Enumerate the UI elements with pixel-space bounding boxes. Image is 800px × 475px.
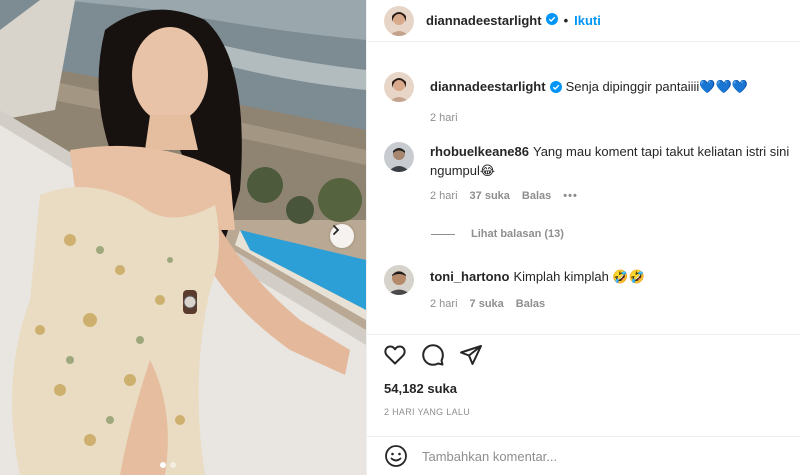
carousel-dot <box>170 462 176 468</box>
carousel-indicator <box>160 462 176 468</box>
author-username[interactable]: diannadeestarlight <box>426 13 542 28</box>
like-count[interactable]: 54,182 suka <box>384 381 457 396</box>
caption-text: Senja dipinggir pantaiiii💙💙💙 <box>565 79 748 94</box>
verified-badge-icon <box>549 79 562 98</box>
next-photo-button[interactable] <box>330 224 354 248</box>
heart-icon[interactable] <box>383 343 407 367</box>
comment-item: toni_hartono Kimplah kimplah 🤣🤣 2 hari 7 … <box>384 265 645 310</box>
post-actions: 54,182 suka 2 HARI YANG LALU <box>367 334 800 434</box>
comment-text: Yang mau koment tapi takut keliatan istr… <box>533 144 790 159</box>
replies-divider <box>431 233 455 235</box>
verified-badge-icon <box>545 13 558 28</box>
photo-illustration <box>0 0 366 475</box>
comment-username[interactable]: toni_hartono <box>430 269 509 284</box>
caption: diannadeestarlight Senja dipinggir pantai… <box>384 72 748 124</box>
caption-avatar[interactable] <box>384 72 414 102</box>
header-separator: • <box>563 13 569 28</box>
follow-button[interactable]: Ikuti <box>574 13 601 28</box>
post-sidebar: diannadeestarlight • Ikuti diannadeestar… <box>366 0 800 475</box>
comment-username[interactable]: rhobuelkeane86 <box>430 144 529 159</box>
comment-time: 2 hari <box>430 190 458 202</box>
comment-composer <box>367 436 800 475</box>
view-replies-label: Lihat balasan (13) <box>471 228 564 240</box>
comment-text-continued: ngumpul😂 <box>430 163 496 178</box>
carousel-dot-active <box>160 462 166 468</box>
comment-time: 2 hari <box>430 298 458 310</box>
comment-input[interactable] <box>422 448 782 464</box>
comment-text: Kimplah kimplah 🤣🤣 <box>513 269 645 284</box>
comment-likes[interactable]: 7 suka <box>470 298 504 310</box>
commenter-avatar[interactable] <box>384 265 414 295</box>
commenter-avatar[interactable] <box>384 142 414 172</box>
author-avatar[interactable] <box>384 5 414 36</box>
comment-item: rhobuelkeane86 Yang mau koment tapi takut… <box>384 142 789 202</box>
chevron-right-icon <box>333 225 340 235</box>
emoji-icon[interactable] <box>384 444 408 468</box>
reply-button[interactable]: Balas <box>522 190 551 202</box>
share-icon[interactable] <box>459 343 483 367</box>
comments-list: diannadeestarlight Senja dipinggir pantai… <box>367 42 800 334</box>
caption-username[interactable]: diannadeestarlight <box>430 79 546 94</box>
more-options-icon[interactable]: ••• <box>563 190 578 202</box>
post-header: diannadeestarlight • Ikuti <box>367 0 800 42</box>
post-photo <box>0 0 366 475</box>
comment-icon[interactable] <box>421 343 445 367</box>
view-replies-button[interactable]: Lihat balasan (13) <box>431 228 564 240</box>
comment-likes[interactable]: 37 suka <box>470 190 510 202</box>
caption-time: 2 hari <box>430 112 458 124</box>
post-date: 2 HARI YANG LALU <box>384 407 470 417</box>
reply-button[interactable]: Balas <box>516 298 545 310</box>
